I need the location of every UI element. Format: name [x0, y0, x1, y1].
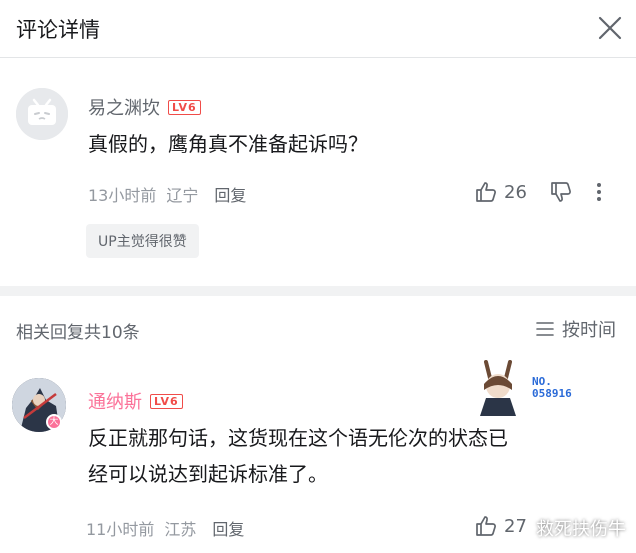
reply-content: 反正就那句话，这货现在这个语无伦次的状态已 经可以说达到起诉标准了。 — [88, 420, 508, 492]
fan-card-character-icon — [480, 360, 516, 416]
level-badge: LV6 — [150, 393, 183, 409]
reply-content-line: 反正就那句话，这货现在这个语无伦次的状态已 — [88, 426, 508, 450]
vip-badge: 大 — [46, 414, 62, 430]
username-row: 易之渊坎 LV6 — [88, 94, 201, 120]
username[interactable]: 通纳斯 — [88, 388, 142, 414]
vip-icon: 大 — [49, 417, 59, 427]
username-row: 通纳斯 LV6 — [88, 388, 183, 414]
replies-count: 相关回复共10条 — [16, 323, 140, 343]
replies-header: 相关回复共10条 按时间 — [0, 310, 636, 350]
thumb-up-icon — [476, 182, 496, 202]
reply-location: 江苏 — [164, 520, 197, 539]
sort-list-icon — [536, 322, 554, 336]
more-button[interactable] — [595, 181, 603, 203]
page-title: 评论详情 — [16, 18, 100, 42]
reply-button[interactable]: 回复 — [212, 516, 244, 540]
watermark: 救死扶伤牛 — [536, 519, 626, 540]
header: 评论详情 — [0, 0, 636, 58]
close-icon[interactable] — [596, 14, 624, 42]
thumb-down-icon — [551, 182, 571, 202]
sort-button[interactable]: 按时间 — [536, 316, 616, 342]
more-vertical-icon — [596, 183, 601, 201]
fan-number-value: 058916 — [532, 387, 572, 400]
comment-actions: 26 — [474, 180, 603, 204]
comment-location: 辽宁 — [166, 186, 199, 205]
username[interactable]: 易之渊坎 — [88, 94, 160, 120]
thumb-up-icon — [476, 516, 496, 536]
comment-meta: 13小时前 辽宁 回复 — [88, 182, 246, 206]
like-count: 27 — [504, 515, 527, 537]
reply-button[interactable]: 回复 — [214, 182, 246, 206]
fan-number: NO. 058916 — [532, 376, 572, 400]
like-button[interactable]: 27 — [474, 514, 527, 538]
reply-meta: 11小时前 江苏 回复 — [86, 516, 244, 540]
reply-time: 11小时前 — [86, 520, 155, 539]
sort-label: 按时间 — [562, 320, 616, 341]
default-avatar-icon — [16, 88, 68, 140]
reply-actions: 27 — [474, 514, 527, 538]
comment-time: 13小时前 — [88, 186, 157, 205]
dislike-button[interactable] — [549, 180, 573, 204]
avatar[interactable] — [16, 88, 68, 140]
comment-content: 真假的，鹰角真不准备起诉吗？ — [88, 132, 368, 156]
fan-card: NO. 058916 — [470, 360, 610, 416]
like-button[interactable]: 26 — [474, 180, 527, 204]
section-divider — [0, 286, 636, 296]
like-count: 26 — [504, 181, 527, 203]
up-liked-tag: UP主觉得很赞 — [86, 224, 199, 258]
reply-content-line: 经可以说达到起诉标准了。 — [88, 462, 328, 486]
root-comment: 易之渊坎 LV6 真假的，鹰角真不准备起诉吗？ 13小时前 辽宁 回复 26 U… — [0, 58, 636, 286]
level-badge: LV6 — [168, 99, 201, 115]
